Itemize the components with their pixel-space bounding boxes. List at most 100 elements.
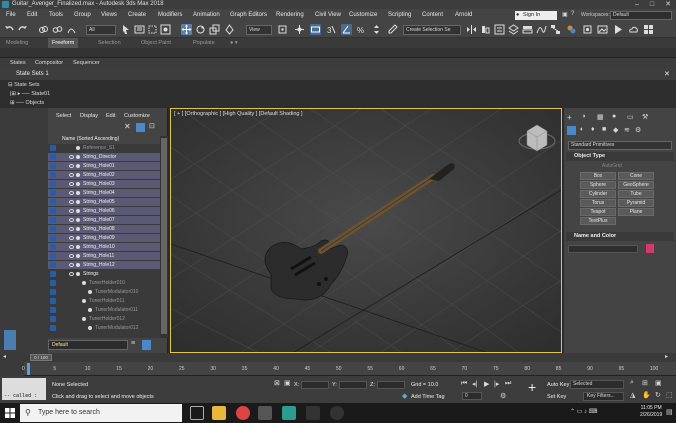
visibility-icon[interactable] bbox=[69, 236, 74, 240]
compositor-menu[interactable]: Compositor bbox=[35, 58, 63, 68]
window-crossing-icon[interactable] bbox=[160, 24, 171, 35]
object-type-icon[interactable] bbox=[50, 244, 56, 250]
scale-icon[interactable] bbox=[209, 24, 220, 35]
go-to-end-icon[interactable]: ⏭ bbox=[505, 380, 511, 388]
object-type-icon[interactable] bbox=[50, 262, 56, 268]
list-item[interactable]: TunerModulator012 bbox=[48, 324, 160, 332]
object-type-icon[interactable] bbox=[50, 154, 56, 160]
object-type-icon[interactable] bbox=[50, 163, 56, 169]
explorer-display-menu[interactable]: Display bbox=[80, 111, 98, 121]
menu-views[interactable]: Views bbox=[101, 9, 117, 22]
next-frame-icon[interactable]: |▸ bbox=[494, 380, 499, 388]
list-item[interactable]: String_Hole08 bbox=[48, 225, 160, 234]
menu-civil-view[interactable]: Civil View bbox=[315, 9, 341, 22]
viewport-layout-tab[interactable] bbox=[4, 330, 16, 350]
maximize-button[interactable]: □ bbox=[645, 0, 659, 9]
visibility-icon[interactable] bbox=[69, 245, 74, 249]
minimize-button[interactable]: – bbox=[630, 0, 644, 9]
motion-tab-icon[interactable]: ● bbox=[612, 113, 616, 120]
move-icon[interactable] bbox=[181, 24, 192, 35]
menu-graph-editors[interactable]: Graph Editors bbox=[230, 9, 267, 22]
cone-button[interactable]: Cone bbox=[618, 172, 654, 180]
close-icon[interactable]: ✕ bbox=[664, 69, 670, 81]
object-type-icon[interactable] bbox=[50, 181, 56, 187]
workspace-select[interactable]: Default bbox=[610, 11, 672, 20]
pivot-center-icon[interactable] bbox=[277, 24, 288, 35]
windows-start-icon[interactable] bbox=[5, 408, 15, 418]
tab-populate[interactable]: Populate bbox=[193, 38, 215, 48]
pyramid-button[interactable]: Pyramid bbox=[618, 199, 654, 207]
current-frame-field[interactable]: 0 bbox=[462, 392, 482, 400]
visibility-icon[interactable] bbox=[69, 173, 74, 177]
render-cloud-icon[interactable] bbox=[628, 24, 639, 35]
name-and-color-rollout[interactable]: Name and Color bbox=[566, 232, 674, 241]
list-item[interactable]: String_Hole02 bbox=[48, 171, 160, 180]
toggle-scene-explorer-icon[interactable] bbox=[494, 24, 505, 35]
list-item[interactable]: String_Hole07 bbox=[48, 216, 160, 225]
autogrid-checkbox[interactable]: AutoGrid bbox=[602, 163, 622, 169]
sequencer-menu[interactable]: Sequencer bbox=[73, 58, 100, 68]
selection-filter-select[interactable]: All bbox=[86, 25, 116, 35]
zoom-icon[interactable]: ⌕ bbox=[630, 379, 634, 387]
chrome-icon[interactable] bbox=[236, 406, 250, 420]
filter-icon[interactable] bbox=[136, 123, 145, 132]
lights-icon[interactable]: ♦ bbox=[591, 126, 595, 133]
rendered-frame-window-icon[interactable] bbox=[597, 24, 608, 35]
list-item[interactable]: String_Hole05 bbox=[48, 198, 160, 207]
visibility-icon[interactable] bbox=[69, 254, 74, 258]
mirror-icon[interactable] bbox=[466, 24, 477, 35]
plane-button[interactable]: Plane bbox=[618, 208, 654, 216]
list-item[interactable]: String_Hole04 bbox=[48, 189, 160, 198]
time-slider[interactable]: ◂ 0 / 100 ▸ bbox=[0, 353, 676, 362]
spacewarps-icon[interactable]: ≋ bbox=[624, 126, 630, 134]
menu-rendering[interactable]: Rendering bbox=[276, 9, 304, 22]
close-button[interactable]: ✕ bbox=[661, 0, 675, 9]
hierarchy-tab-icon[interactable]: ▦ bbox=[597, 113, 604, 121]
object-type-icon[interactable] bbox=[50, 226, 56, 232]
zoom-all-icon[interactable]: ⊞ bbox=[642, 379, 648, 387]
a360-gallery-icon[interactable] bbox=[643, 24, 654, 35]
name-column-header[interactable]: Name (Sorted Ascending) bbox=[48, 135, 160, 143]
utilities-tab-icon[interactable]: ⚒ bbox=[642, 113, 648, 121]
visibility-icon[interactable] bbox=[69, 164, 74, 168]
visibility-icon[interactable] bbox=[69, 272, 74, 276]
tab-modeling[interactable]: Modeling bbox=[6, 38, 28, 48]
keyboard-shortcut-icon[interactable] bbox=[310, 24, 321, 35]
display-tab-icon[interactable]: ▭ bbox=[627, 113, 634, 121]
menu-customize[interactable]: Customize bbox=[349, 9, 377, 22]
y-coord-field[interactable] bbox=[339, 381, 367, 389]
link-icon[interactable] bbox=[38, 24, 49, 35]
object-type-icon[interactable] bbox=[50, 298, 56, 304]
auto-key-button[interactable]: Auto Key bbox=[547, 382, 569, 388]
object-color-swatch[interactable] bbox=[646, 244, 654, 253]
object-type-icon[interactable] bbox=[50, 289, 56, 295]
geosphere-button[interactable]: GeoSphere bbox=[618, 181, 654, 189]
visibility-icon[interactable] bbox=[69, 218, 74, 222]
object-type-icon[interactable] bbox=[50, 190, 56, 196]
select-object-icon[interactable] bbox=[121, 24, 132, 35]
bind-spacewarp-icon[interactable] bbox=[66, 24, 77, 35]
visibility-icon[interactable] bbox=[69, 209, 74, 213]
display-children-icon[interactable] bbox=[142, 340, 151, 350]
select-by-name-icon[interactable] bbox=[134, 24, 145, 35]
shapes-icon[interactable]: ◐ bbox=[580, 126, 584, 133]
x-coord-field[interactable] bbox=[301, 381, 329, 389]
object-type-icon[interactable] bbox=[50, 307, 56, 313]
maxscript-listener[interactable]: -- called : bbox=[2, 378, 46, 400]
taskbar-clock[interactable]: 11:05 PM 2/26/2019 bbox=[640, 405, 662, 419]
task-view-icon[interactable] bbox=[190, 406, 204, 420]
list-item[interactable]: TunerHolder012 bbox=[48, 315, 160, 323]
tab-object-paint[interactable]: Object Paint bbox=[141, 38, 171, 48]
menu-create[interactable]: Create bbox=[128, 9, 146, 22]
visibility-icon[interactable] bbox=[69, 263, 74, 267]
undo-icon[interactable] bbox=[4, 24, 15, 35]
material-editor-icon[interactable] bbox=[566, 24, 577, 35]
list-item[interactable]: Reference_S1 bbox=[48, 144, 160, 152]
layer-explorer-icon[interactable] bbox=[508, 24, 519, 35]
place-icon[interactable] bbox=[224, 24, 235, 35]
select-manipulate-icon[interactable] bbox=[294, 24, 305, 35]
rect-selection-icon[interactable] bbox=[147, 24, 158, 35]
list-item[interactable]: String_Director bbox=[48, 153, 160, 162]
time-tag-icon[interactable]: ◆ bbox=[402, 392, 407, 400]
rotate-icon[interactable] bbox=[195, 24, 206, 35]
